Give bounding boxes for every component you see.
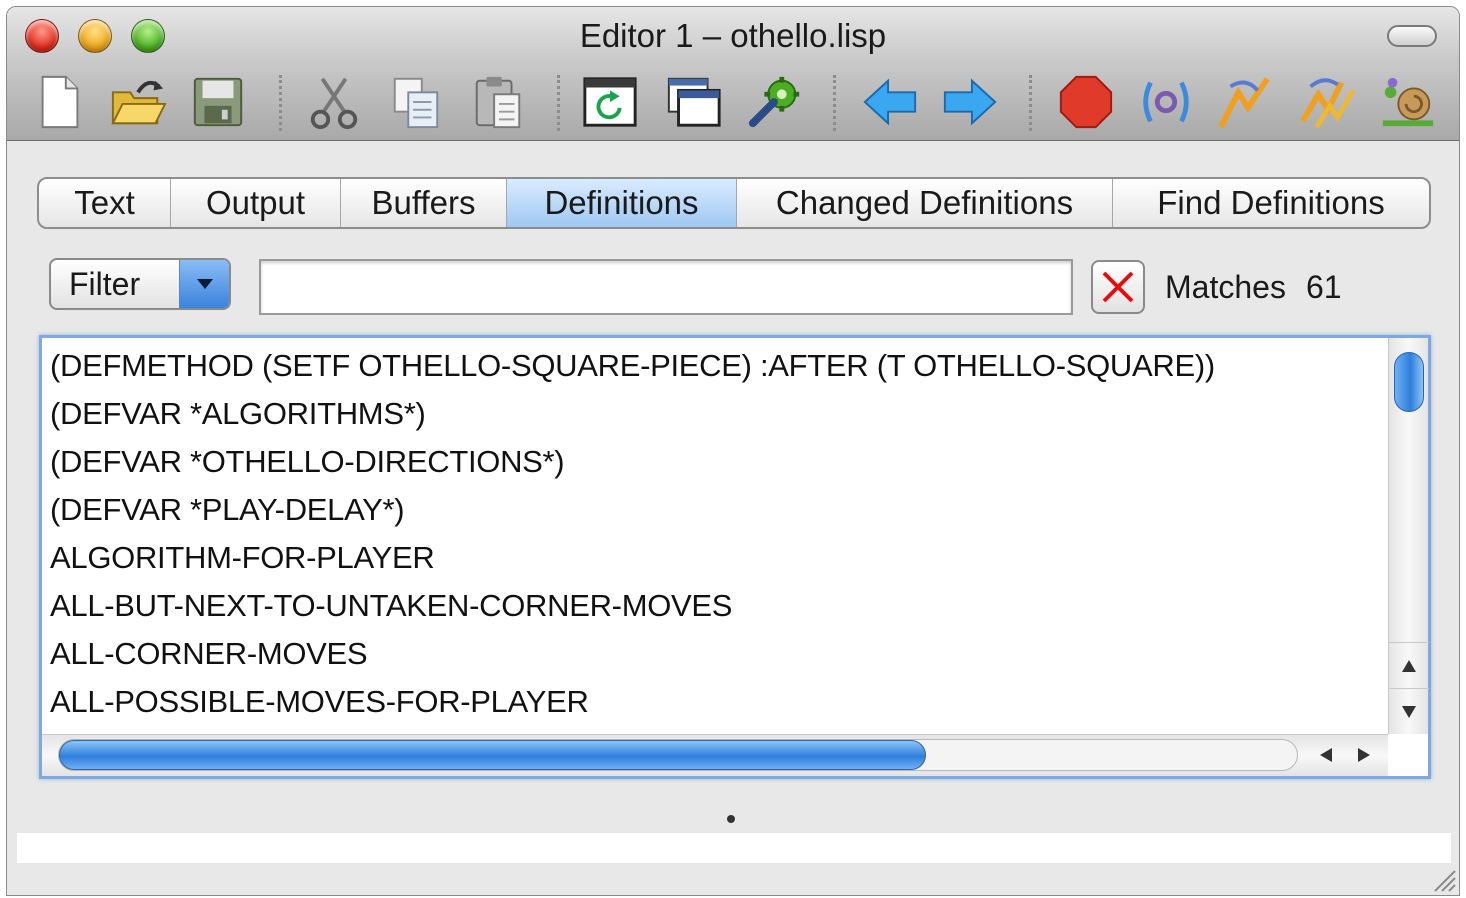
horizontal-scroll-track[interactable] bbox=[58, 739, 1298, 771]
paste-icon bbox=[475, 76, 521, 129]
close-icon bbox=[1102, 271, 1134, 303]
tab-definitions[interactable]: Definitions bbox=[507, 179, 737, 227]
evaluate-icon bbox=[1143, 81, 1189, 123]
save-disk-icon bbox=[193, 77, 243, 127]
cut-button[interactable] bbox=[303, 71, 365, 133]
resize-grip-icon[interactable] bbox=[1429, 865, 1457, 893]
title-bar: Editor 1 – othello.lisp bbox=[7, 7, 1459, 141]
toolbar bbox=[7, 65, 1459, 141]
toolbar-toggle-button[interactable] bbox=[1387, 25, 1437, 47]
step-button[interactable] bbox=[1377, 71, 1439, 133]
matches-count: 61 bbox=[1305, 269, 1342, 305]
arrow-left-icon bbox=[863, 78, 917, 126]
chevron-down-icon bbox=[179, 260, 229, 308]
snail-icon bbox=[1382, 77, 1434, 127]
evaluate-button[interactable] bbox=[1135, 71, 1197, 133]
horizontal-scrollbar[interactable] bbox=[42, 734, 1388, 776]
lightning-double-icon bbox=[1300, 78, 1356, 129]
arrow-left-small-icon bbox=[1320, 748, 1332, 762]
windows-icon bbox=[667, 77, 721, 127]
editor-window: Editor 1 – othello.lisp Text Output Buff… bbox=[6, 6, 1460, 896]
scroll-down-button[interactable] bbox=[1389, 688, 1429, 734]
open-file-button[interactable] bbox=[107, 71, 169, 133]
forward-button[interactable] bbox=[939, 71, 1001, 133]
list-item[interactable]: (DEFVAR *PLAY-DELAY*) bbox=[50, 486, 1382, 534]
tab-buffers[interactable]: Buffers bbox=[341, 179, 507, 227]
list-item[interactable]: (DEFVAR *ALGORITHMS*) bbox=[50, 390, 1382, 438]
filter-dropdown[interactable]: Filter bbox=[49, 258, 231, 310]
scroll-right-button[interactable] bbox=[1346, 739, 1382, 771]
list-item[interactable]: ALL-CORNER-MOVES bbox=[50, 630, 1382, 678]
arrow-right-icon bbox=[943, 78, 997, 126]
arrow-up-icon bbox=[1402, 659, 1416, 672]
save-button[interactable] bbox=[187, 71, 249, 133]
filter-input[interactable] bbox=[259, 259, 1073, 315]
scroll-up-button[interactable] bbox=[1389, 642, 1429, 688]
list-item[interactable]: ALL-BUT-NEXT-TO-UNTAKEN-CORNER-MOVES bbox=[50, 582, 1382, 630]
horizontal-scroll-thumb[interactable] bbox=[59, 740, 926, 770]
status-bar bbox=[17, 833, 1451, 863]
paste-button[interactable] bbox=[467, 71, 529, 133]
new-file-button[interactable] bbox=[29, 71, 91, 133]
lightning-icon bbox=[1218, 77, 1270, 129]
stop-button[interactable] bbox=[1055, 71, 1117, 133]
clear-filter-button[interactable] bbox=[1091, 260, 1145, 314]
toolbar-separator bbox=[1029, 75, 1032, 131]
filter-label: Filter bbox=[69, 265, 141, 302]
tab-text[interactable]: Text bbox=[39, 179, 171, 227]
back-button[interactable] bbox=[859, 71, 921, 133]
splitter-handle[interactable] bbox=[727, 815, 735, 823]
refresh-button[interactable] bbox=[579, 71, 641, 133]
definitions-list: (DEFMETHOD (SETF OTHELLO-SQUARE-PIECE) :… bbox=[39, 335, 1431, 779]
gear-wrench-icon bbox=[748, 76, 800, 128]
list-item[interactable]: (DEFMETHOD (SETF OTHELLO-SQUARE-PIECE) :… bbox=[50, 342, 1382, 390]
scissors-icon bbox=[310, 77, 358, 130]
view-tabs: Text Output Buffers Definitions Changed … bbox=[37, 177, 1431, 229]
matches-label: Matches bbox=[1165, 269, 1286, 305]
copy-button[interactable] bbox=[385, 71, 447, 133]
definitions-list-content: (DEFMETHOD (SETF OTHELLO-SQUARE-PIECE) :… bbox=[50, 342, 1382, 732]
list-item[interactable]: ALL-POSSIBLE-MOVES-FOR-PLAYER bbox=[50, 678, 1382, 726]
open-folder-icon bbox=[111, 80, 167, 125]
windows-button[interactable] bbox=[663, 71, 725, 133]
list-item[interactable]: (DEFVAR *OTHELLO-DIRECTIONS*) bbox=[50, 438, 1382, 486]
compile-button[interactable] bbox=[1215, 71, 1277, 133]
toolbar-separator bbox=[833, 75, 836, 131]
toolbar-separator bbox=[279, 75, 282, 131]
toolbar-separator bbox=[557, 75, 560, 131]
matches-readout: Matches 61 bbox=[1165, 269, 1342, 306]
refresh-icon bbox=[583, 77, 637, 127]
scroll-left-button[interactable] bbox=[1308, 739, 1344, 771]
tab-find-definitions[interactable]: Find Definitions bbox=[1113, 179, 1429, 227]
vertical-scrollbar[interactable] bbox=[1388, 338, 1429, 734]
new-file-icon bbox=[41, 75, 79, 129]
tab-changed-definitions[interactable]: Changed Definitions bbox=[737, 179, 1113, 227]
vertical-scroll-thumb[interactable] bbox=[1394, 352, 1424, 412]
list-item[interactable]: ALGORITHM-FOR-PLAYER bbox=[50, 534, 1382, 582]
compile-all-button[interactable] bbox=[1297, 71, 1359, 133]
stop-icon bbox=[1059, 75, 1113, 129]
window-title: Editor 1 – othello.lisp bbox=[579, 17, 887, 54]
arrow-right-small-icon bbox=[1358, 748, 1370, 762]
arrow-down-icon bbox=[1402, 705, 1416, 718]
tools-button[interactable] bbox=[745, 71, 807, 133]
tab-output[interactable]: Output bbox=[171, 179, 341, 227]
copy-icon bbox=[393, 77, 439, 129]
